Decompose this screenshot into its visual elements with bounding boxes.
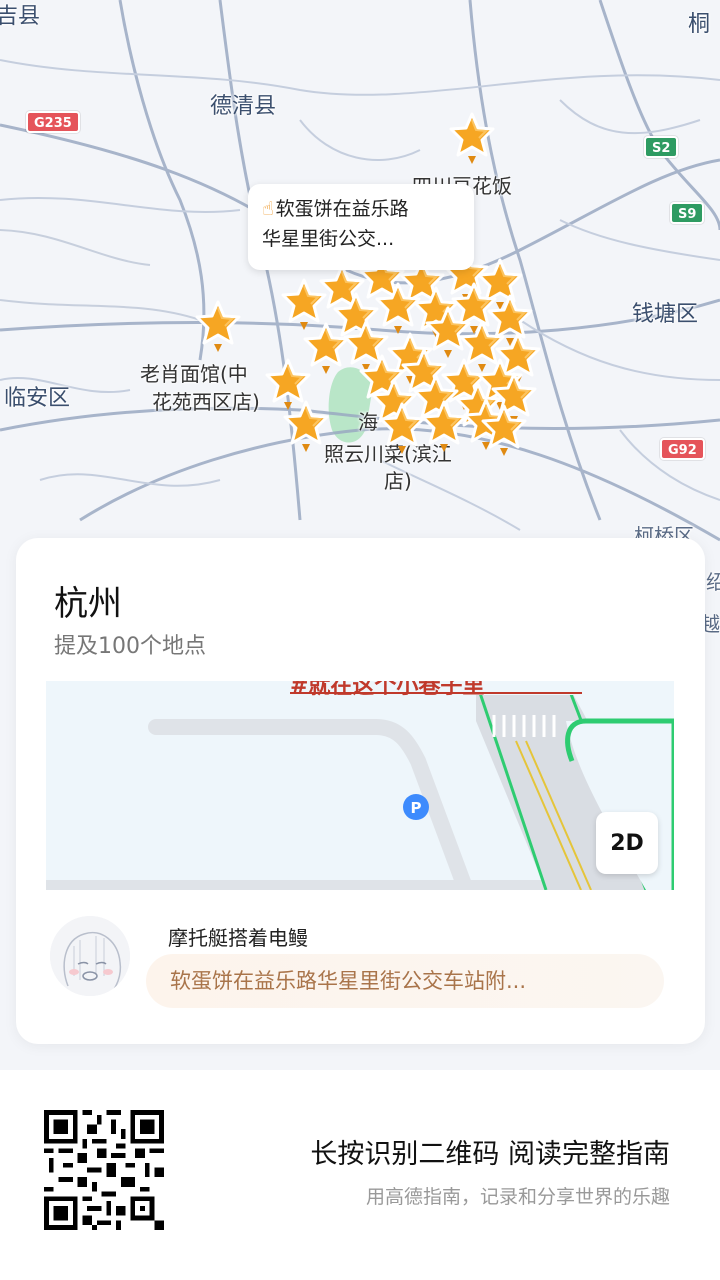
note-preview[interactable]: 软蛋饼在益乐路华星里街公交车站附...: [146, 954, 664, 1008]
map-label-deqing: 德清县: [210, 94, 277, 119]
callout-line-1: 软蛋饼在益乐路: [275, 198, 409, 220]
svg-text:P: P: [411, 799, 422, 817]
qr-code-icon[interactable]: [44, 1110, 164, 1230]
map-callout-bubble[interactable]: ☝ 软蛋饼在益乐路 华星里街公交...: [248, 184, 474, 270]
author-avatar[interactable]: [50, 916, 130, 996]
star-marker-icon[interactable]: [192, 298, 244, 354]
city-title: 杭州: [54, 584, 122, 624]
poi-label-zhaoyun-2: 店): [384, 469, 412, 493]
sketch-face-icon: [50, 916, 130, 996]
author-name[interactable]: 摩托艇搭着电鳗: [168, 922, 308, 951]
star-marker-icon[interactable]: [280, 398, 332, 454]
pointing-hand-icon: ☝: [262, 198, 274, 220]
road-shield-g92: G92: [660, 438, 705, 460]
qr-instruction-title: 长按识别二维码 阅读完整指南: [310, 1139, 670, 1170]
road-shield-g235: G235: [26, 111, 80, 133]
road-shield-s2: S2: [644, 136, 679, 158]
thumbnail-banner-text: #就在这个小巷子里: [290, 681, 485, 699]
map-thumbnail[interactable]: P #就在这个小巷子里 2D: [46, 681, 674, 890]
map-label-qiantang: 钱塘区: [632, 302, 699, 327]
star-marker-icon[interactable]: [446, 110, 498, 166]
map-label-anji: 吉县: [0, 4, 41, 29]
star-marker-icon[interactable]: [478, 402, 530, 458]
map-mode-2d-button[interactable]: 2D: [596, 812, 658, 874]
qr-instruction-subtitle: 用高德指南，记录和分享世界的乐趣: [365, 1186, 670, 1208]
poi-label-laoxiao-1: 老肖面馆(中: [140, 362, 248, 386]
place-count: 提及100个地点: [54, 634, 206, 659]
poi-label-laoxiao-2: 花苑西区店): [152, 390, 260, 414]
map-label-linan: 临安区: [4, 386, 71, 411]
map-label-edge1: 绍: [706, 570, 720, 594]
callout-line-2: 华星里街公交...: [262, 228, 395, 250]
road-shield-s9: S9: [670, 202, 705, 224]
thumbnail-street-map: P: [46, 681, 674, 890]
guide-card[interactable]: 杭州 提及100个地点 P #就在这个小巷子里 2D 摩托艇搭着电鳗 软蛋饼在益…: [16, 538, 705, 1044]
map-label-tongxiang: 桐: [688, 12, 711, 37]
share-footer: 长按识别二维码 阅读完整指南 用高德指南，记录和分享世界的乐趣: [0, 1070, 720, 1280]
